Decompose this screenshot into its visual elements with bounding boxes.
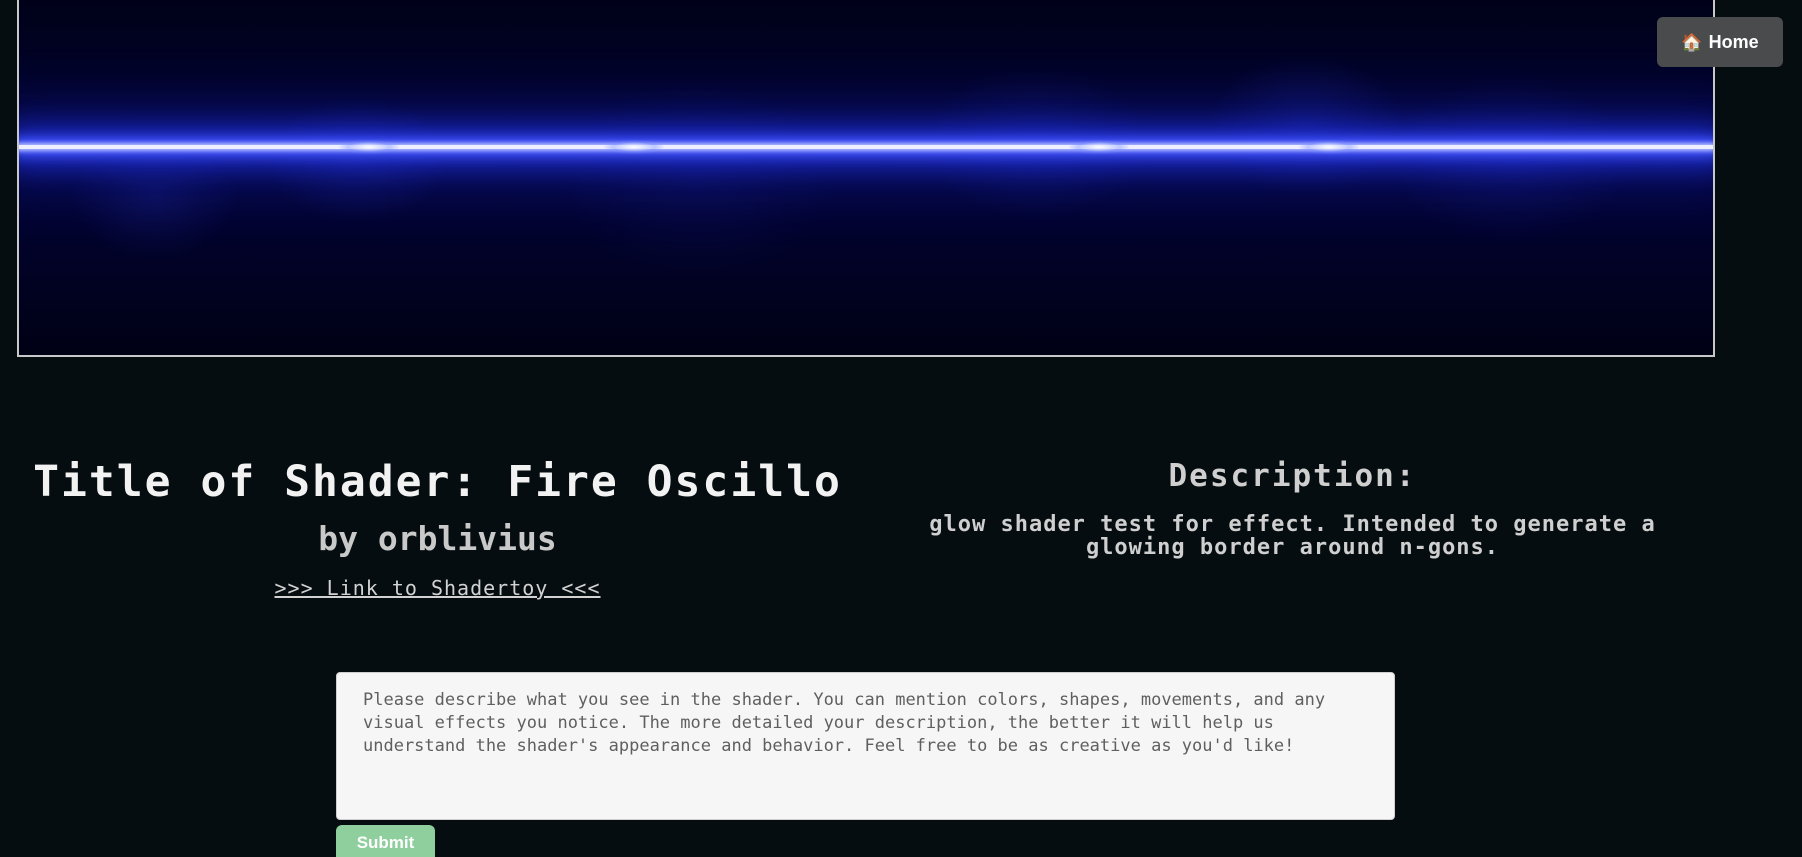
shader-glow-hotspot	[1299, 140, 1359, 154]
description-panel: Description: glow shader test for effect…	[895, 455, 1690, 559]
home-icon: 🏠	[1681, 32, 1703, 52]
shadertoy-link[interactable]: >>> Link to Shadertoy <<<	[274, 576, 600, 600]
shader-title: Title of Shader: Fire Oscillo	[33, 457, 842, 507]
description-heading: Description:	[1168, 458, 1417, 494]
shader-glow-line	[19, 145, 1713, 149]
shader-author: by orblivius	[318, 519, 557, 558]
shader-canvas	[17, 0, 1715, 357]
shader-glow-hotspot	[604, 140, 664, 154]
description-text: glow shader test for effect. Intended to…	[929, 512, 1656, 560]
submit-button[interactable]: Submit	[336, 825, 435, 857]
shader-glow-hotspot	[339, 140, 399, 154]
home-button-label: Home	[1708, 31, 1759, 52]
description-input[interactable]	[336, 672, 1395, 820]
home-button[interactable]: 🏠 Home	[1657, 17, 1783, 67]
shader-info: Title of Shader: Fire Oscillo by orblivi…	[30, 452, 845, 600]
shader-glow-hotspot	[1069, 140, 1129, 154]
